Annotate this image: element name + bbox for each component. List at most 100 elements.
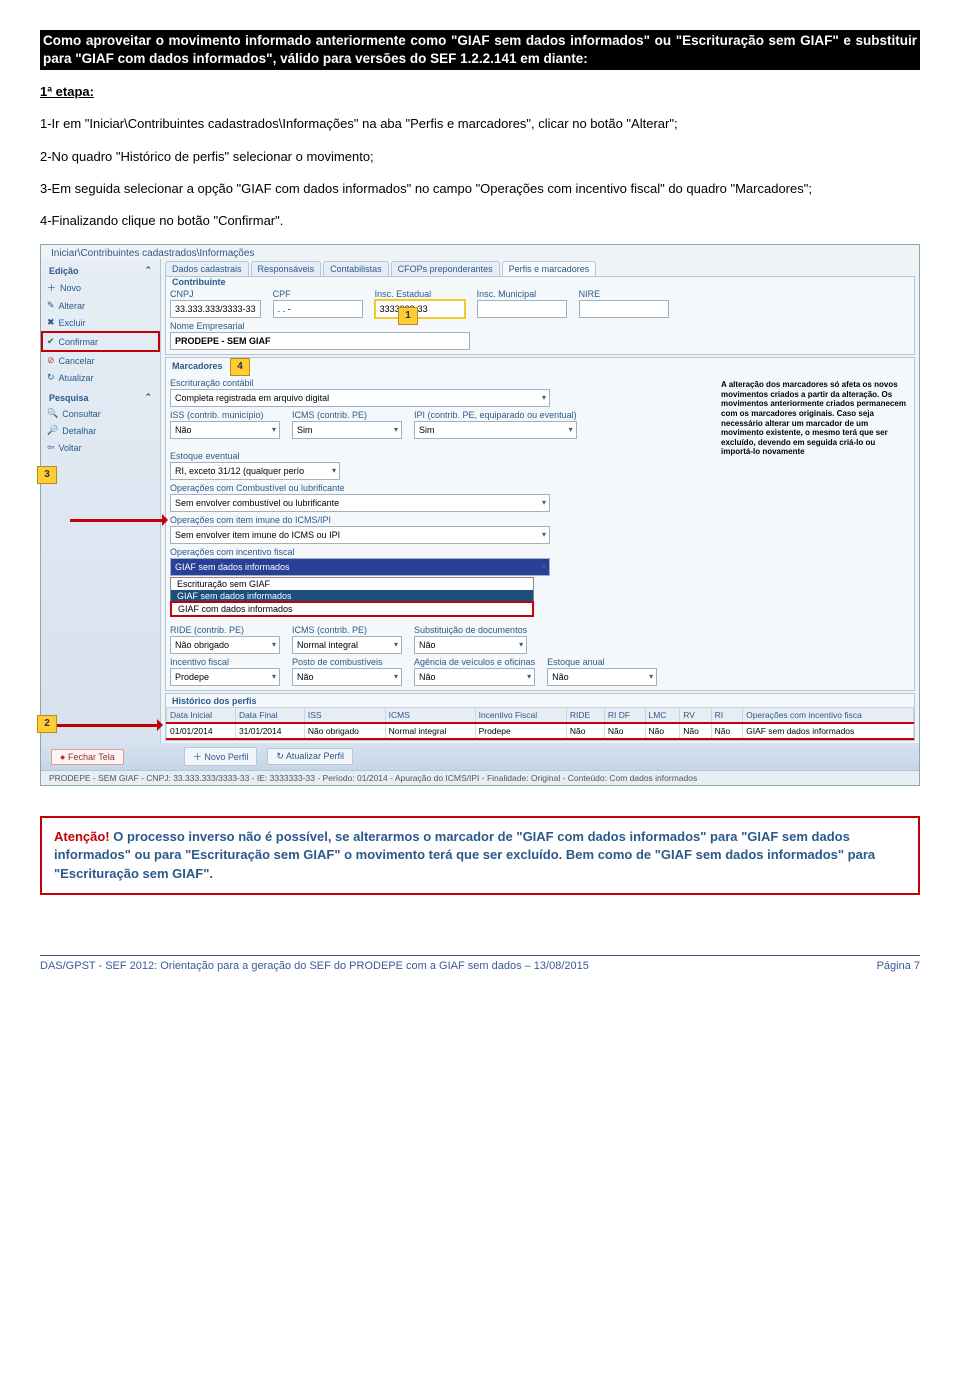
sidebar-voltar[interactable]: ⇦Voltar xyxy=(43,439,158,456)
red-arrow-icon xyxy=(57,724,161,727)
lbl-iss: ISS (contrib. município) xyxy=(170,410,280,420)
inp-nire[interactable] xyxy=(579,300,669,318)
sel-estoque[interactable]: RI, exceto 31/12 (qualquer perío xyxy=(170,462,340,480)
close-button[interactable]: ● Fechar Tela xyxy=(51,749,124,765)
refresh-icon: ↻ xyxy=(276,751,284,761)
atualizar-perfil-button[interactable]: ↻ Atualizar Perfil xyxy=(267,748,353,765)
sidebar-consultar[interactable]: 🔍Consultar xyxy=(43,405,158,422)
sidebar-section-pesquisa[interactable]: Pesquisa⌃ xyxy=(43,390,158,405)
sel-icms[interactable]: Sim xyxy=(292,421,402,439)
back-arrow-icon: ⇦ xyxy=(47,442,55,453)
lbl-estoque: Estoque eventual xyxy=(170,451,340,461)
lbl-combustivel: Operações com Combustível ou lubrificant… xyxy=(170,483,550,493)
red-arrow-icon xyxy=(70,519,166,522)
combo-giaf-com-dados[interactable]: GIAF com dados informados xyxy=(170,601,534,617)
sel-combustivel[interactable]: Sem envolver combustível ou lubrificante xyxy=(170,494,550,512)
lbl-icms2: ICMS (contrib. PE) xyxy=(292,625,402,635)
footer-left: DAS/GPST - SEF 2012: Orientação para a g… xyxy=(40,960,589,972)
main-panel: Dados cadastrais Responsáveis Contabilis… xyxy=(161,259,919,743)
sidebar-section-edicao[interactable]: Edição⌃ xyxy=(43,263,158,278)
chevron-up-icon: ⌃ xyxy=(144,392,152,403)
lbl-cpf: CPF xyxy=(273,289,363,299)
how-to-title: Como aproveitar o movimento informado an… xyxy=(40,30,920,70)
inp-nome[interactable]: PRODEPE - SEM GIAF xyxy=(170,332,470,350)
sel-escrituracao[interactable]: Completa registrada em arquivo digital xyxy=(170,389,550,407)
sel-iss[interactable]: Não xyxy=(170,421,280,439)
lbl-escrituracao: Escrituração contábil xyxy=(170,378,550,388)
attention-head: Atenção! xyxy=(54,829,110,844)
callout-3: 3 xyxy=(37,466,57,484)
sidebar-cancelar[interactable]: ⊘Cancelar xyxy=(43,352,158,369)
tab-cfops[interactable]: CFOPs preponderantes xyxy=(391,261,500,276)
combo-escrituracao-sem-giaf[interactable]: Escrituração sem GIAF xyxy=(171,578,533,590)
lbl-icms: ICMS (contrib. PE) xyxy=(292,410,402,420)
novo-perfil-button[interactable]: ＋ Novo Perfil xyxy=(184,747,258,766)
sidebar: Edição⌃ ＋Novo ✎Alterar ✖Excluir ✔Confirm… xyxy=(41,259,161,743)
breadcrumb: Iniciar\Contribuintes cadastrados\Inform… xyxy=(41,245,919,259)
cancel-icon: ⊘ xyxy=(47,355,55,366)
tab-perfis[interactable]: Perfis e marcadores xyxy=(502,261,597,276)
sidebar-detalhar[interactable]: 🔎Detalhar xyxy=(43,422,158,439)
pencil-icon: ✎ xyxy=(47,300,55,311)
step-2: 2-No quadro "Histórico de perfis" seleci… xyxy=(40,148,920,166)
lbl-im: Insc. Municipal xyxy=(477,289,567,299)
sel-sub[interactable]: Não xyxy=(414,636,527,654)
callout-1: 1 xyxy=(398,307,418,325)
check-icon: ✔ xyxy=(47,336,55,347)
lbl-if: Incentivo fiscal xyxy=(170,657,280,667)
sel-agv[interactable]: Não xyxy=(414,668,535,686)
lbl-nome: Nome Empresarial xyxy=(170,321,470,331)
historico-table: Data Inicial Data Final ISS ICMS Incenti… xyxy=(166,707,914,740)
lbl-estanual: Estoque anual xyxy=(547,657,657,667)
refresh-icon: ↻ xyxy=(47,372,55,383)
inp-cpf[interactable]: . . - xyxy=(273,300,363,318)
frame-historico: Histórico dos perfis Data Inicial Data F… xyxy=(165,693,915,741)
callout-2: 2 xyxy=(37,715,57,733)
lbl-imune: Operações com item imune do ICMS/IPI xyxy=(170,515,550,525)
tab-dados[interactable]: Dados cadastrais xyxy=(165,261,249,276)
lbl-agv: Agência de veículos e oficinas xyxy=(414,657,535,667)
sel-posto[interactable]: Não xyxy=(292,668,402,686)
attention-body: O processo inverso não é possível, se al… xyxy=(54,829,875,880)
step-heading: 1ª etapa: xyxy=(40,84,920,99)
step-1: 1-Ir em "Iniciar\Contribuintes cadastrad… xyxy=(40,115,920,133)
lbl-ride: RIDE (contrib. PE) xyxy=(170,625,280,635)
marcadores-info-text: A alteração dos marcadores só afeta os n… xyxy=(715,378,910,459)
tabstrip: Dados cadastrais Responsáveis Contabilis… xyxy=(161,259,919,276)
lbl-posto: Posto de combustíveis xyxy=(292,657,402,667)
sel-ride[interactable]: Não obrigado xyxy=(170,636,280,654)
sel-icms2[interactable]: Normal integral xyxy=(292,636,402,654)
table-header: Data Inicial Data Final ISS ICMS Incenti… xyxy=(167,708,914,724)
search-icon: 🔍 xyxy=(47,408,58,419)
lbl-ipi: IPI (contrib. PE, equiparado ou eventual… xyxy=(414,410,577,420)
sel-imune[interactable]: Sem envolver item imune do ICMS ou IPI xyxy=(170,526,550,544)
tab-contabilistas[interactable]: Contabilistas xyxy=(323,261,389,276)
sel-if[interactable]: Prodepe xyxy=(170,668,280,686)
inp-im[interactable] xyxy=(477,300,567,318)
sidebar-novo[interactable]: ＋Novo xyxy=(43,278,158,297)
callout-4: 4 xyxy=(230,358,250,376)
inp-cnpj[interactable]: 33.333.333/3333-33 xyxy=(170,300,261,318)
frame-contribuinte-title: Contribuinte xyxy=(172,277,910,287)
page-footer: DAS/GPST - SEF 2012: Orientação para a g… xyxy=(40,955,920,992)
plus-icon: ＋ xyxy=(193,752,202,762)
sidebar-confirmar[interactable]: ✔Confirmar xyxy=(41,331,160,352)
sidebar-alterar[interactable]: ✎Alterar xyxy=(43,297,158,314)
sidebar-excluir[interactable]: ✖Excluir xyxy=(43,314,158,331)
frame-marcadores-title: Marcadores xyxy=(172,361,223,371)
sel-ipi[interactable]: Sim xyxy=(414,421,577,439)
close-icon: ● xyxy=(60,752,65,762)
tab-responsaveis[interactable]: Responsáveis xyxy=(251,261,322,276)
x-icon: ✖ xyxy=(47,317,55,328)
detail-icon: 🔎 xyxy=(47,425,58,436)
sel-incfiscal[interactable]: GIAF sem dados informados xyxy=(170,558,550,576)
step-3: 3-Em seguida selecionar a opção "GIAF co… xyxy=(40,180,920,198)
sel-estanual[interactable]: Não xyxy=(547,668,657,686)
historico-title: Histórico dos perfis xyxy=(166,694,914,707)
lbl-sub: Substituição de documentos xyxy=(414,625,527,635)
app-screenshot: Iniciar\Contribuintes cadastrados\Inform… xyxy=(40,244,920,786)
sidebar-atualizar[interactable]: ↻Atualizar xyxy=(43,369,158,386)
table-row[interactable]: 01/01/201431/01/2014Não obrigado Normal … xyxy=(167,723,914,739)
attention-box: Atenção! O processo inverso não é possív… xyxy=(40,816,920,895)
inp-ie[interactable]: 3333333-33 xyxy=(375,300,465,318)
